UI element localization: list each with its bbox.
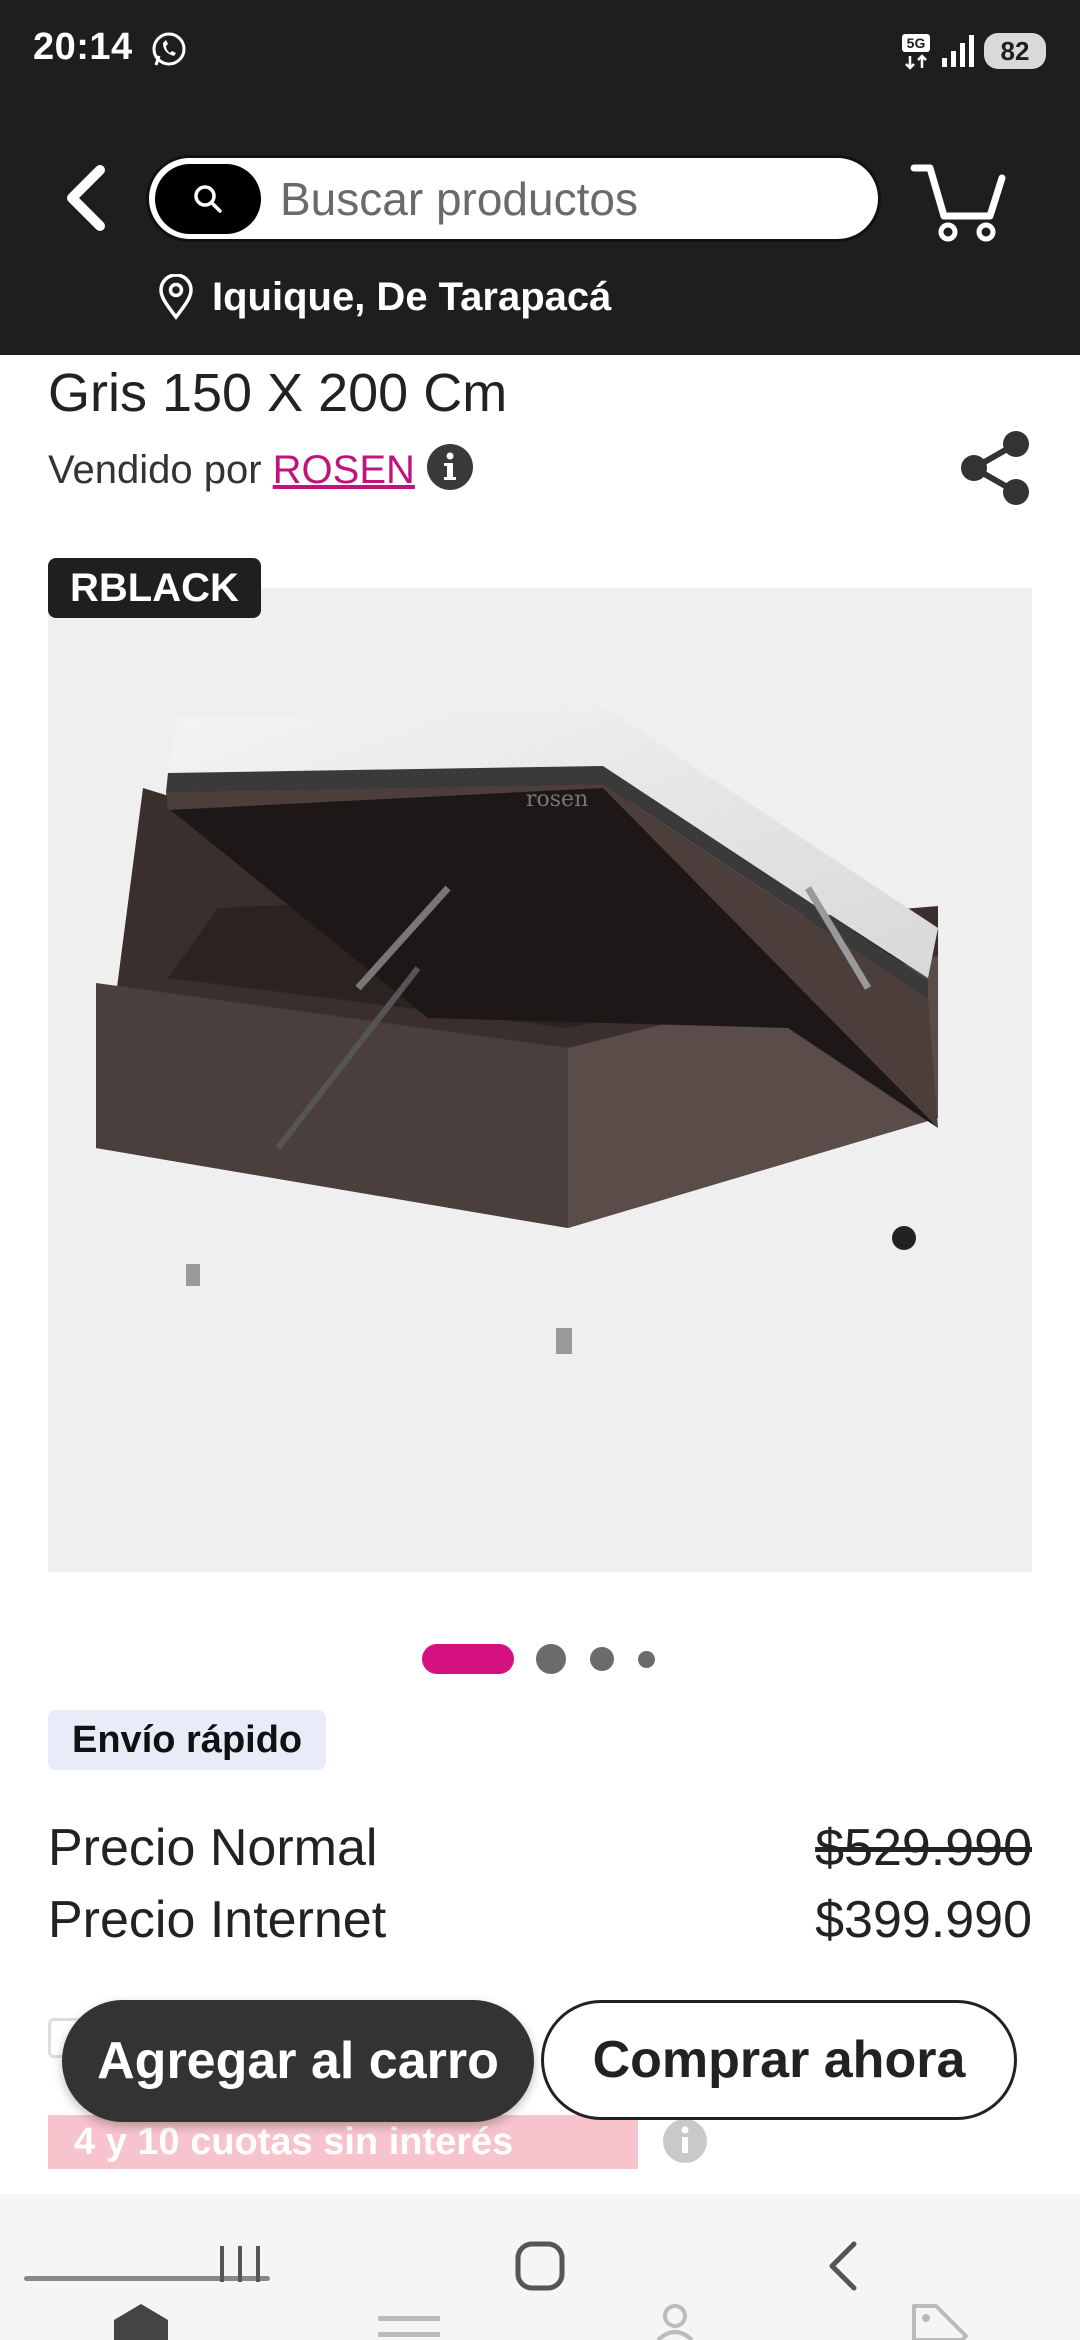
add-to-cart-button[interactable]: Agregar al carro — [62, 2000, 534, 2122]
price-internet-row: Precio Internet $399.990 — [48, 1890, 1032, 1950]
location-label: Iquique, De Tarapacá — [212, 274, 612, 319]
price-normal-label: Precio Normal — [48, 1819, 378, 1877]
home-tab-icon[interactable] — [108, 2302, 174, 2340]
product-image[interactable]: rosen — [48, 588, 1032, 1572]
price-normal-value: $529.990 — [815, 1819, 1032, 1877]
price-internet-label: Precio Internet — [48, 1891, 387, 1949]
search-bar[interactable] — [146, 155, 881, 242]
home-system-icon[interactable] — [514, 2240, 566, 2292]
battery-indicator: 82 — [984, 33, 1046, 69]
offers-tab-icon[interactable] — [910, 2302, 970, 2340]
carousel-dot[interactable] — [536, 1644, 566, 1674]
cart-icon[interactable] — [910, 160, 1006, 244]
search-input[interactable] — [280, 158, 860, 239]
shipping-tag: Envío rápido — [48, 1710, 327, 1770]
status-time: 20:14 — [33, 26, 133, 68]
share-icon[interactable] — [958, 428, 1034, 508]
carousel-dot[interactable] — [590, 1647, 614, 1671]
app-header: 20:14 5G 82 Buscar productos Iquique, De… — [0, 0, 1080, 355]
seller-info: Vendido por ROSEN — [48, 448, 415, 493]
back-arrow-icon[interactable] — [56, 160, 116, 236]
recent-apps-icon[interactable] — [216, 2242, 264, 2286]
product-title: Gris 150 X 200 Cm — [48, 363, 508, 423]
search-button[interactable] — [155, 164, 261, 234]
price-internet-value: $399.990 — [815, 1891, 1032, 1949]
system-back-icon[interactable] — [820, 2238, 864, 2294]
svg-text:5G: 5G — [907, 35, 926, 51]
seller-prefix: Vendido por — [48, 448, 273, 492]
search-icon — [194, 185, 222, 213]
whatsapp-icon — [152, 32, 186, 66]
seller-link[interactable]: ROSEN — [273, 448, 415, 492]
location-pin-icon — [159, 274, 193, 320]
delivery-location[interactable]: Iquique, De Tarapacá — [158, 270, 611, 324]
image-carousel-indicator[interactable] — [422, 1644, 682, 1674]
product-badge: RBLACK — [48, 558, 261, 618]
info-icon[interactable] — [662, 2118, 708, 2164]
signal-icon — [942, 35, 974, 67]
carousel-dot[interactable] — [638, 1651, 655, 1668]
info-icon[interactable] — [426, 443, 474, 491]
installments-promo: 4 y 10 cuotas sin interés — [48, 2115, 638, 2169]
account-tab-icon[interactable] — [656, 2302, 694, 2340]
price-normal-row: Precio Normal $529.990 — [48, 1818, 1032, 1878]
network-5g-icon: 5G — [902, 34, 930, 70]
buy-now-button[interactable]: Comprar ahora — [541, 2000, 1017, 2120]
bed-base-illustration: rosen — [96, 710, 938, 1354]
bottom-navigation — [0, 2194, 1080, 2340]
carousel-dot-active[interactable] — [422, 1644, 514, 1674]
svg-text:rosen: rosen — [526, 787, 588, 812]
menu-tab-icon[interactable] — [378, 2314, 440, 2340]
